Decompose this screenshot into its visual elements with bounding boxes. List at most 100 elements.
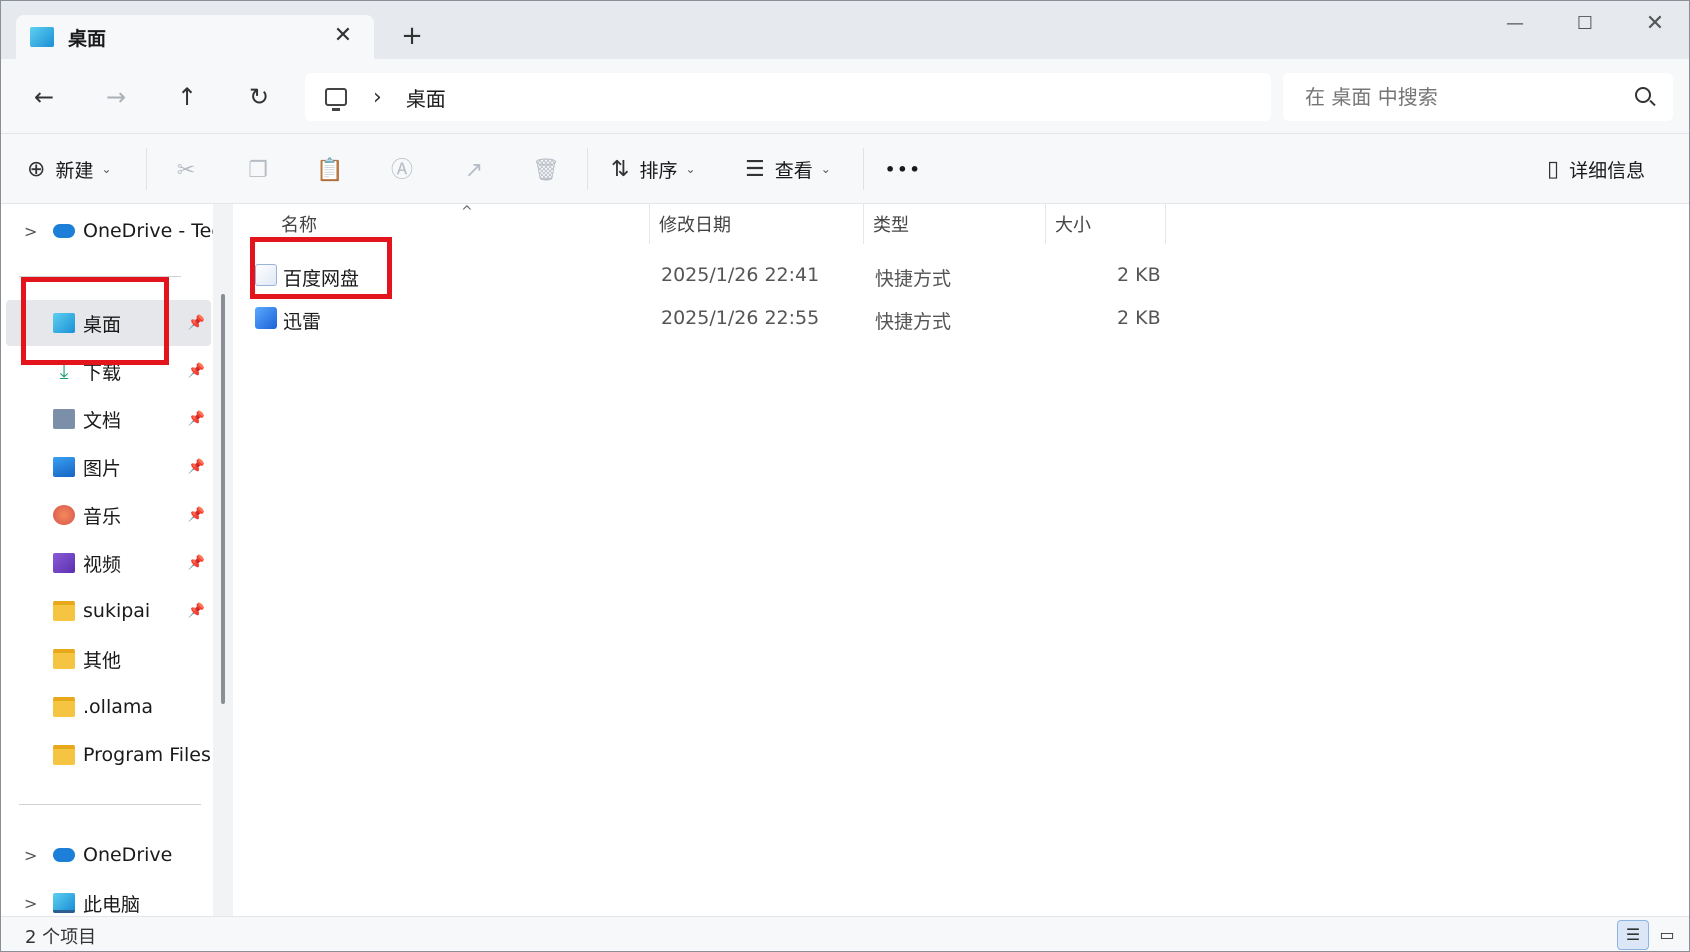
details-label: 详细信息 (1569, 159, 1646, 182)
sidebar-item-label: 此电脑 (83, 893, 141, 916)
share-icon[interactable]: ↗ (457, 154, 491, 188)
breadcrumb-chevron-icon[interactable]: › (373, 85, 382, 110)
refresh-button[interactable]: ↻ (239, 77, 279, 117)
cut-icon[interactable]: ✂ (169, 154, 203, 188)
computer-icon (53, 893, 75, 913)
column-separator[interactable] (649, 204, 650, 244)
sidebar-item-label: .ollama (83, 696, 154, 718)
folder-icon (53, 745, 75, 765)
view-label: 查看 (774, 159, 813, 182)
xunlei-shortcut-icon (255, 307, 277, 329)
sort-icon: ⇅ (611, 156, 630, 182)
download-arrow-icon: ⤓ (59, 359, 69, 383)
this-pc-icon[interactable] (325, 88, 347, 111)
pin-icon[interactable]: 📌 (188, 459, 205, 475)
breadcrumb-desktop[interactable]: 桌面 (406, 83, 446, 112)
chevron-down-icon: ⌄ (101, 162, 112, 176)
search-input[interactable] (1305, 85, 1625, 109)
separator (587, 148, 588, 190)
sidebar-item-onedrive-tec[interactable]: > OneDrive - Tec (6, 208, 222, 254)
close-tab-button[interactable]: ✕ (330, 23, 356, 49)
column-header-type[interactable]: 类型 (873, 204, 909, 244)
sidebar-item-videos[interactable]: 视频 📌 (6, 540, 211, 586)
separator (146, 148, 147, 190)
expand-chevron-icon[interactable]: > (24, 846, 37, 865)
new-button[interactable]: ⊕ 新建 ⌄ (27, 150, 112, 188)
file-type: 快捷方式 (875, 311, 952, 333)
column-separator[interactable] (1045, 204, 1046, 244)
column-header-modified[interactable]: 修改日期 (659, 204, 731, 244)
details-view-button[interactable]: ☰ (1617, 920, 1649, 950)
tab-desktop[interactable]: 桌面 ✕ (16, 15, 374, 59)
sidebar-item-onedrive[interactable]: > OneDrive (6, 832, 211, 878)
sidebar-item-label: 桌面 (83, 313, 122, 336)
view-button[interactable]: ☰ 查看 ⌄ (745, 150, 831, 188)
column-separator[interactable] (1165, 204, 1166, 244)
file-modified: 2025/1/26 22:55 (661, 307, 820, 329)
sidebar-item-program-files[interactable]: Program Files (6, 732, 211, 778)
details-pane-button[interactable]: ▯ 详细信息 (1547, 150, 1645, 188)
pin-icon[interactable]: 📌 (188, 363, 205, 379)
new-tab-button[interactable]: + (397, 21, 427, 51)
more-options-button[interactable]: ••• (885, 150, 922, 188)
add-circle-icon: ⊕ (27, 156, 46, 182)
delete-icon[interactable]: 🗑 (529, 154, 563, 188)
file-row[interactable]: 百度网盘 2025/1/26 22:41 快捷方式 2 KB (251, 254, 1401, 296)
desktop-folder-icon (30, 27, 54, 47)
address-bar[interactable]: › 桌面 (305, 73, 1271, 121)
sidebar-item-ollama[interactable]: .ollama (6, 684, 211, 730)
sidebar-item-label: 视频 (83, 553, 122, 576)
up-button[interactable]: ↑ (167, 77, 207, 117)
sidebar-item-label: 文档 (83, 409, 122, 432)
chevron-down-icon: ⌄ (685, 162, 696, 176)
pin-icon[interactable]: 📌 (188, 603, 205, 619)
tiles-view-button[interactable]: ▭ (1651, 920, 1683, 950)
sidebar-item-label: 下载 (83, 361, 122, 384)
sidebar-item-other[interactable]: 其他 (6, 636, 211, 682)
sidebar-scrollbar[interactable] (221, 294, 225, 704)
sidebar-item-desktop[interactable]: 桌面 📌 (6, 300, 211, 346)
expand-chevron-icon[interactable]: > (24, 894, 37, 913)
file-type: 快捷方式 (875, 268, 952, 290)
file-modified: 2025/1/26 22:41 (661, 264, 820, 286)
document-icon (53, 409, 75, 429)
close-window-button[interactable]: ✕ (1635, 9, 1675, 39)
search-icon[interactable] (1635, 87, 1651, 103)
pin-icon[interactable]: 📌 (188, 411, 205, 427)
column-header-name[interactable]: 名称 (281, 204, 317, 244)
sidebar-item-downloads[interactable]: ⤓ 下载 📌 (6, 348, 211, 394)
new-label: 新建 (55, 159, 94, 182)
file-name: 迅雷 (283, 311, 322, 333)
folder-icon (53, 649, 75, 669)
view-lines-icon: ☰ (745, 156, 765, 182)
file-row[interactable]: 迅雷 2025/1/26 22:55 快捷方式 2 KB (251, 297, 1401, 339)
minimize-button[interactable]: — (1495, 9, 1535, 39)
rename-icon[interactable]: Ⓐ (385, 154, 419, 188)
file-list: ^ 名称 修改日期 类型 大小 百度网盘 2025/1/26 22:41 快捷方… (233, 204, 1689, 916)
folder-icon (53, 601, 75, 621)
sidebar-item-music[interactable]: 音乐 📌 (6, 492, 211, 538)
forward-button[interactable]: → (96, 77, 136, 117)
sidebar-item-pictures[interactable]: 图片 📌 (6, 444, 211, 490)
search-box[interactable] (1283, 73, 1673, 121)
copy-icon[interactable]: ❐ (241, 154, 275, 188)
sidebar-item-label: OneDrive (83, 844, 173, 866)
pin-icon[interactable]: 📌 (188, 507, 205, 523)
file-size: 2 KB (1117, 307, 1161, 329)
pin-icon[interactable]: 📌 (188, 315, 205, 331)
column-header-size[interactable]: 大小 (1055, 204, 1091, 244)
separator (863, 148, 864, 190)
sort-button[interactable]: ⇅ 排序 ⌄ (611, 150, 696, 188)
sidebar-item-label: 其他 (83, 649, 122, 672)
file-explorer-window: 桌面 ✕ + — ☐ ✕ ← → ↑ ↻ › 桌面 ⊕ 新建 ⌄ ✂ ❐ 📋 (0, 0, 1690, 952)
column-separator[interactable] (863, 204, 864, 244)
pin-icon[interactable]: 📌 (188, 555, 205, 571)
sidebar-item-sukipai[interactable]: sukipai 📌 (6, 588, 211, 634)
maximize-button[interactable]: ☐ (1565, 9, 1605, 39)
sort-label: 排序 (639, 159, 678, 182)
back-button[interactable]: ← (24, 77, 64, 117)
sidebar-item-documents[interactable]: 文档 📌 (6, 396, 211, 442)
expand-chevron-icon[interactable]: > (24, 222, 37, 241)
paste-icon[interactable]: 📋 (313, 154, 347, 188)
sidebar-item-label: OneDrive - Tec (83, 220, 222, 242)
